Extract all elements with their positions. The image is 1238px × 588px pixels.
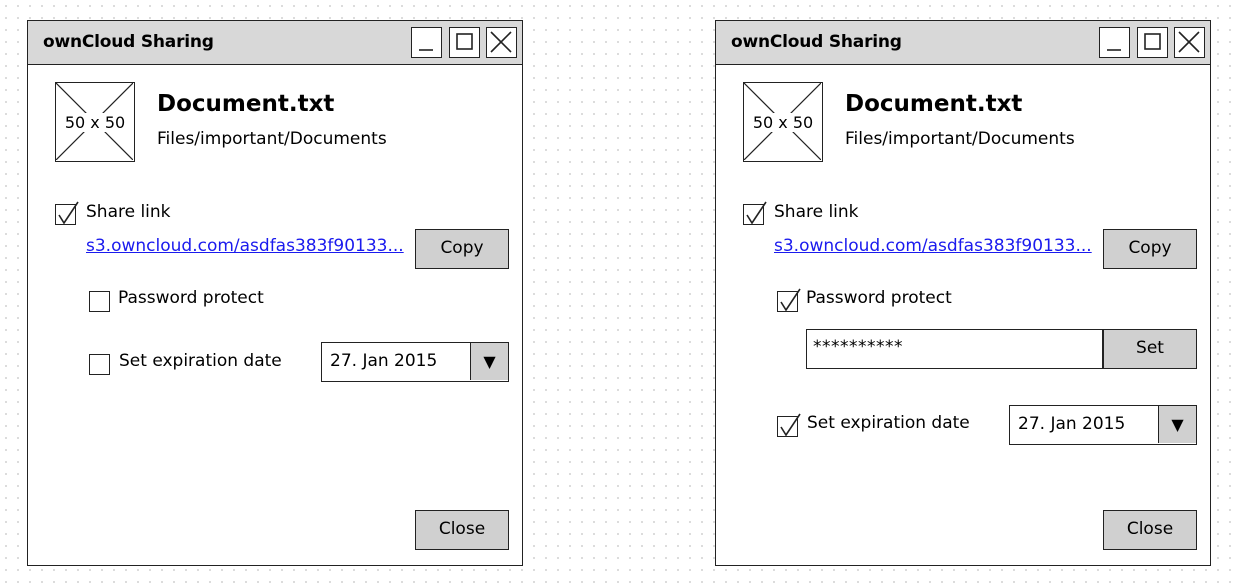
maximize-icon bbox=[1144, 33, 1161, 50]
checkmark-icon bbox=[746, 201, 767, 225]
title-bar: ownCloud Sharing bbox=[716, 21, 1210, 65]
minimize-button[interactable] bbox=[411, 27, 442, 58]
chevron-down-icon[interactable]: ▼ bbox=[1158, 406, 1196, 443]
close-icon bbox=[1178, 31, 1200, 53]
checkmark-icon bbox=[780, 288, 801, 312]
checkmark-icon bbox=[780, 413, 801, 437]
thumbnail-size-label: 50 x 50 bbox=[751, 113, 815, 132]
file-name: Document.txt bbox=[157, 91, 335, 117]
file-path: Files/important/Documents bbox=[845, 129, 1075, 149]
title-bar: ownCloud Sharing bbox=[28, 21, 522, 65]
file-thumbnail: 50 x 50 bbox=[55, 82, 135, 162]
password-protect-label: Password protect bbox=[806, 288, 952, 308]
thumbnail-size-label: 50 x 50 bbox=[63, 113, 127, 132]
minimize-icon bbox=[1107, 49, 1121, 51]
expiration-date-checkbox[interactable] bbox=[89, 354, 110, 375]
file-name: Document.txt bbox=[845, 91, 1023, 117]
maximize-button[interactable] bbox=[449, 27, 480, 58]
expiration-date-select[interactable]: 27. Jan 2015 ▼ bbox=[1009, 405, 1197, 445]
chevron-down-icon[interactable]: ▼ bbox=[470, 343, 508, 380]
share-link-checkbox[interactable] bbox=[743, 201, 767, 225]
sharing-dialog-left: ownCloud Sharing 50 x 50 Document.txt Fi… bbox=[27, 20, 523, 566]
password-protect-label: Password protect bbox=[118, 288, 264, 308]
checkmark-icon bbox=[58, 201, 79, 225]
copy-button[interactable]: Copy bbox=[1103, 229, 1197, 269]
close-icon bbox=[490, 31, 512, 53]
share-url-link[interactable]: s3.owncloud.com/asdfas383f90133... bbox=[774, 236, 1092, 256]
maximize-icon bbox=[456, 33, 473, 50]
expiration-date-select[interactable]: 27. Jan 2015 ▼ bbox=[321, 342, 509, 382]
close-button[interactable]: Close bbox=[415, 510, 509, 550]
window-title: ownCloud Sharing bbox=[43, 32, 214, 52]
expiration-date-label: Set expiration date bbox=[807, 413, 970, 433]
close-window-button[interactable] bbox=[486, 27, 517, 58]
selected-date: 27. Jan 2015 bbox=[330, 351, 438, 371]
minimize-icon bbox=[419, 49, 433, 51]
password-value: ********** bbox=[813, 337, 903, 357]
sharing-dialog-right: ownCloud Sharing 50 x 50 Document.txt Fi… bbox=[715, 20, 1211, 566]
share-link-label: Share link bbox=[86, 202, 171, 222]
file-thumbnail: 50 x 50 bbox=[743, 82, 823, 162]
close-button[interactable]: Close bbox=[1103, 510, 1197, 550]
share-url-link[interactable]: s3.owncloud.com/asdfas383f90133... bbox=[86, 236, 404, 256]
set-password-button[interactable]: Set bbox=[1103, 329, 1197, 369]
share-link-label: Share link bbox=[774, 202, 859, 222]
minimize-button[interactable] bbox=[1099, 27, 1130, 58]
maximize-button[interactable] bbox=[1137, 27, 1168, 58]
password-protect-checkbox[interactable] bbox=[777, 288, 801, 312]
file-path: Files/important/Documents bbox=[157, 129, 387, 149]
close-window-button[interactable] bbox=[1174, 27, 1205, 58]
password-protect-checkbox[interactable] bbox=[89, 291, 110, 312]
share-link-checkbox[interactable] bbox=[55, 201, 79, 225]
selected-date: 27. Jan 2015 bbox=[1018, 414, 1126, 434]
window-title: ownCloud Sharing bbox=[731, 32, 902, 52]
copy-button[interactable]: Copy bbox=[415, 229, 509, 269]
expiration-date-checkbox[interactable] bbox=[777, 413, 801, 437]
expiration-date-label: Set expiration date bbox=[119, 351, 282, 371]
password-input[interactable]: ********** bbox=[806, 329, 1103, 369]
